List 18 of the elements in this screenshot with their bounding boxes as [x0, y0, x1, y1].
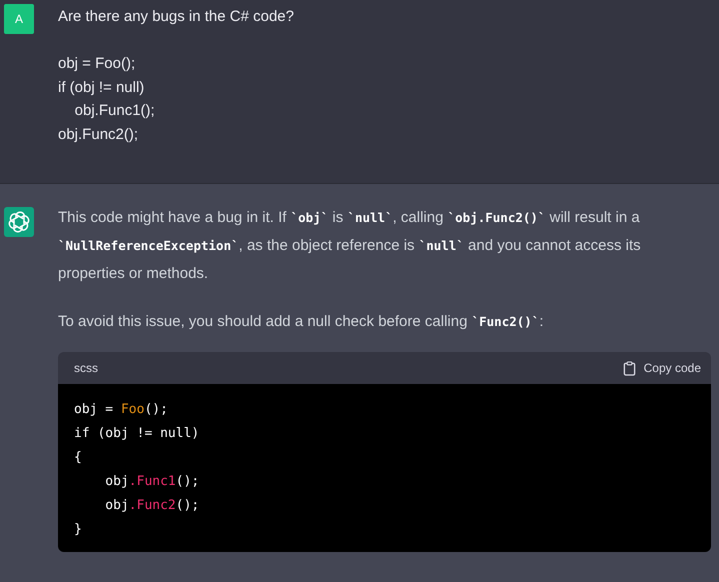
message-line: obj.Func1(); — [74, 101, 155, 121]
code-line: { — [74, 449, 82, 467]
assistant-logo-icon — [4, 207, 34, 237]
response-paragraph: This code might have a bug in it. If `obj` is `null`, calling `obj.Func2()` will result in a `NullReferenceException`, as the object reference is `null` and you cannot access its properties or methods. — [58, 208, 642, 284]
message-line: obj = Foo(); — [58, 54, 136, 74]
code-line: obj = Foo(); — [74, 401, 168, 419]
code-line: if (obj != null) — [74, 425, 200, 443]
user-avatar: A — [4, 4, 34, 34]
code-line: } — [74, 521, 82, 539]
message-line: if (obj != null) — [58, 78, 144, 98]
code-line: obj.Func2(); — [104, 497, 200, 515]
code-line: obj.Func1(); — [104, 473, 200, 491]
message-line: Are there any bugs in the C# code? — [58, 7, 294, 27]
response-paragraph: To avoid this issue, you should add a null check before calling `Func2()`: — [58, 312, 544, 332]
message-line: obj.Func2(); — [58, 124, 138, 144]
copy-code-button[interactable]: Copy code — [622, 360, 701, 376]
clipboard-icon — [622, 360, 636, 376]
code-language-label: scss — [74, 361, 98, 375]
